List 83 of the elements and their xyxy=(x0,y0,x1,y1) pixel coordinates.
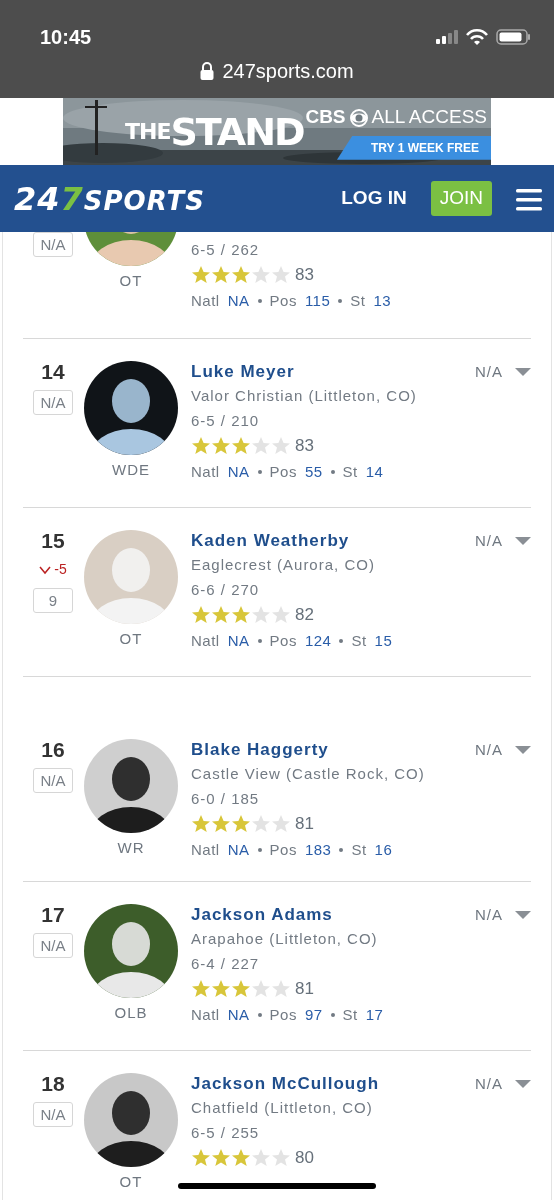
ad-brand-name: CBS xyxy=(305,105,346,130)
prediction-dropdown[interactable]: N/A xyxy=(475,739,531,762)
rank-value-link[interactable]: 115 xyxy=(304,287,331,314)
rating-box: N/A xyxy=(33,390,73,415)
rating-box: 9 xyxy=(33,588,73,613)
rating-score: 81 xyxy=(295,813,314,835)
position-label: WDE xyxy=(112,460,150,480)
rating-box: N/A xyxy=(33,933,73,958)
school-text: Eaglecrest (Aurora, CO) xyxy=(191,555,376,575)
rating-box: N/A xyxy=(33,232,73,257)
height-weight: 6-4 / 227 xyxy=(191,954,261,974)
school-text: Castle View (Castle Rock, CO) xyxy=(191,764,426,784)
player-name-link[interactable]: Jackson McCullough xyxy=(191,1073,467,1095)
rank-value-link[interactable]: NA xyxy=(227,836,250,863)
prediction-dropdown[interactable]: N/A xyxy=(475,904,531,927)
rating-score: 82 xyxy=(295,604,314,626)
address-url[interactable]: 247sports.com xyxy=(222,56,354,86)
prediction-dropdown[interactable]: N/A xyxy=(475,1073,531,1096)
rank-value-link[interactable]: NA xyxy=(227,458,250,485)
position-label: WR xyxy=(117,838,145,858)
rank-label: Natl xyxy=(191,461,220,482)
rank-label: Pos xyxy=(269,1004,297,1025)
rank-label: Pos xyxy=(269,461,297,482)
rank-number: 17 xyxy=(41,904,65,925)
height-weight: 6-5 / 210 xyxy=(191,411,261,431)
rank-value-link[interactable]: 17 xyxy=(365,1001,384,1028)
rating-box: N/A xyxy=(33,768,73,793)
player-name-link[interactable]: Blake Haggerty xyxy=(191,739,467,761)
rank-value-link[interactable]: 15 xyxy=(374,627,393,654)
rank-value-link[interactable]: NA xyxy=(227,1001,250,1028)
rank-number: 15 xyxy=(41,530,65,551)
rating-box: N/A xyxy=(33,1102,73,1127)
rank-label: St xyxy=(351,839,367,860)
rank-label: St xyxy=(342,1004,358,1025)
position-label: OT xyxy=(119,271,143,291)
school-text: Chatfield (Littleton, CO) xyxy=(191,1098,374,1118)
player-name-link[interactable]: Kaden Weatherby xyxy=(191,530,467,552)
rank-value-link[interactable]: 124 xyxy=(304,627,332,654)
rank-number: 14 xyxy=(41,361,65,382)
login-link[interactable]: LOG IN xyxy=(341,184,407,213)
player-name-link[interactable]: Jackson Adams xyxy=(191,904,467,926)
prediction-dropdown[interactable]: N/A xyxy=(475,530,531,553)
rating-score: 81 xyxy=(295,978,314,1000)
rank-value-link[interactable]: NA xyxy=(227,627,250,654)
ad-title-large: STAND xyxy=(170,112,304,151)
rating-score: 83 xyxy=(295,264,314,286)
rank-value-link[interactable]: 55 xyxy=(304,458,323,485)
rank-number: 16 xyxy=(41,739,65,760)
height-weight: 6-5 / 262 xyxy=(191,240,261,260)
rank-label: Pos xyxy=(269,290,297,311)
rank-label: Natl xyxy=(191,1004,220,1025)
position-label: OT xyxy=(119,629,143,649)
rank-number: 18 xyxy=(41,1073,65,1094)
rank-label: St xyxy=(350,290,366,311)
rating-score: 83 xyxy=(295,435,314,457)
height-weight: 6-5 / 255 xyxy=(191,1123,261,1143)
ad-title-small: THE xyxy=(125,119,171,144)
prediction-dropdown[interactable]: N/A xyxy=(475,361,531,384)
school-text: Valor Christian (Littleton, CO) xyxy=(191,386,418,406)
height-weight: 6-6 / 270 xyxy=(191,580,261,600)
rank-change: -5 xyxy=(54,560,67,579)
rank-label: Natl xyxy=(191,290,220,311)
rank-label: Natl xyxy=(191,839,220,860)
ad-brand-suffix: ALL ACCESS xyxy=(371,105,487,130)
rank-value-link[interactable]: 16 xyxy=(374,836,393,863)
site-logo[interactable]: 247SPORTS xyxy=(14,174,205,223)
rank-label: Pos xyxy=(269,839,297,860)
rank-value-link[interactable]: NA xyxy=(227,287,250,314)
player-name-link[interactable]: Luke Meyer xyxy=(191,361,467,383)
school-text: Arapahoe (Littleton, CO) xyxy=(191,929,379,949)
rank-value-link[interactable]: 14 xyxy=(365,458,384,485)
rank-label: St xyxy=(351,630,367,651)
position-label: OT xyxy=(119,1172,143,1192)
status-time: 10:45 xyxy=(40,25,92,50)
rank-value-link[interactable]: 13 xyxy=(373,287,392,314)
rank-value-link[interactable]: 183 xyxy=(304,836,332,863)
rank-label: Pos xyxy=(269,630,297,651)
rank-value-link[interactable]: 97 xyxy=(304,1001,323,1028)
rank-label: Natl xyxy=(191,630,220,651)
rank-label: St xyxy=(342,461,358,482)
rating-score: 80 xyxy=(295,1147,314,1169)
height-weight: 6-0 / 185 xyxy=(191,789,261,809)
position-label: OLB xyxy=(114,1003,148,1023)
